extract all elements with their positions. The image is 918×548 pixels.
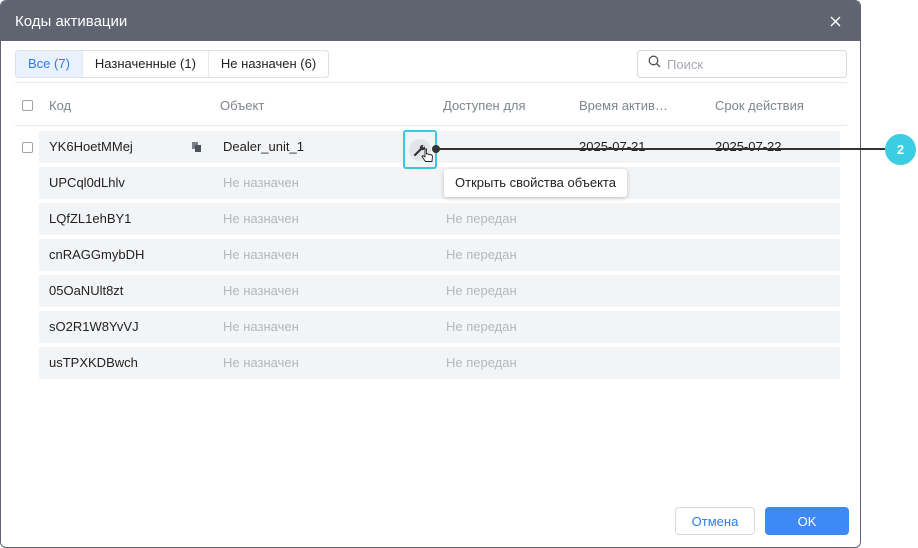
callout-dot [432, 145, 440, 153]
header-divider [15, 125, 847, 126]
activation-codes-dialog: Коды активации Все (7) Назначенные (1) Н… [0, 0, 861, 548]
tooltip: Открыть свойства объекта [444, 169, 627, 197]
object-cell: Не назначен [223, 247, 299, 262]
available-for-cell: Не передан [446, 319, 517, 334]
code-cell: cnRAGGmybDH [49, 247, 145, 262]
activation-time-cell: 2025-07-21 [579, 139, 646, 154]
ok-button[interactable]: OK [765, 507, 849, 535]
cancel-button[interactable]: Отмена [675, 507, 755, 535]
object-cell: Не назначен [223, 283, 299, 298]
copy-icon[interactable] [191, 141, 203, 153]
code-cell: LQfZL1ehBY1 [49, 211, 132, 226]
filter-tabs: Все (7) Назначенные (1) Не назначен (6) [15, 50, 330, 78]
toolbar-divider [15, 82, 847, 83]
object-cell[interactable]: Dealer_unit_1 [223, 139, 304, 154]
column-header-object[interactable]: Объект [220, 98, 264, 113]
table-row[interactable]: sO2R1W8YvVJ Не назначен Не передан [39, 311, 840, 343]
object-cell: Не назначен [223, 319, 299, 334]
available-for-cell: Не передан [446, 247, 517, 262]
code-cell: sO2R1W8YvVJ [49, 319, 139, 334]
search-box[interactable] [637, 50, 847, 78]
code-cell: 05OaNUlt8zt [49, 283, 124, 298]
callout-badge: 2 [885, 134, 916, 165]
table-row[interactable]: 05OaNUlt8zt Не назначен Не передан [39, 275, 840, 307]
validity-cell: 2025-07-22 [715, 139, 782, 154]
code-cell: YK6HoetMMej [49, 139, 133, 154]
column-header-validity[interactable]: Срок действия [715, 98, 804, 113]
search-input[interactable] [667, 56, 837, 72]
table-header: Код Объект Доступен для Время актив… Сро… [15, 87, 847, 123]
dialog-titlebar: Коды активации [1, 1, 860, 41]
object-cell: Не назначен [223, 175, 299, 190]
available-for-cell: Не передан [446, 211, 517, 226]
toolbar: Все (7) Назначенные (1) Не назначен (6) [15, 50, 847, 78]
table-row[interactable]: LQfZL1ehBY1 Не назначен Не передан [39, 203, 840, 235]
column-header-code[interactable]: Код [49, 98, 71, 113]
close-icon[interactable] [824, 10, 846, 32]
tab-all[interactable]: Все (7) [16, 51, 82, 77]
select-all-checkbox[interactable] [22, 100, 33, 111]
column-header-available-for[interactable]: Доступен для [443, 98, 526, 113]
object-cell: Не назначен [223, 355, 299, 370]
available-for-cell: Не передан [446, 283, 517, 298]
tab-unassigned[interactable]: Не назначен (6) [207, 51, 328, 77]
column-header-activation-time[interactable]: Время актив… [579, 98, 668, 113]
object-cell: Не назначен [223, 211, 299, 226]
dialog-title: Коды активации [15, 12, 128, 30]
table-row[interactable]: cnRAGGmybDH Не назначен Не передан [39, 239, 840, 271]
callout-line [436, 148, 885, 150]
code-cell: UPCql0dLhlv [49, 175, 125, 190]
search-icon [648, 55, 661, 73]
code-cell: usTPXKDBwch [49, 355, 138, 370]
available-for-cell: Не передан [446, 355, 517, 370]
table-row[interactable]: usTPXKDBwch Не назначен Не передан [39, 347, 840, 379]
tab-assigned[interactable]: Назначенные (1) [81, 51, 208, 77]
table-row[interactable]: UPCql0dLhlv Не назначен [39, 167, 840, 199]
row-checkbox[interactable] [22, 142, 33, 153]
